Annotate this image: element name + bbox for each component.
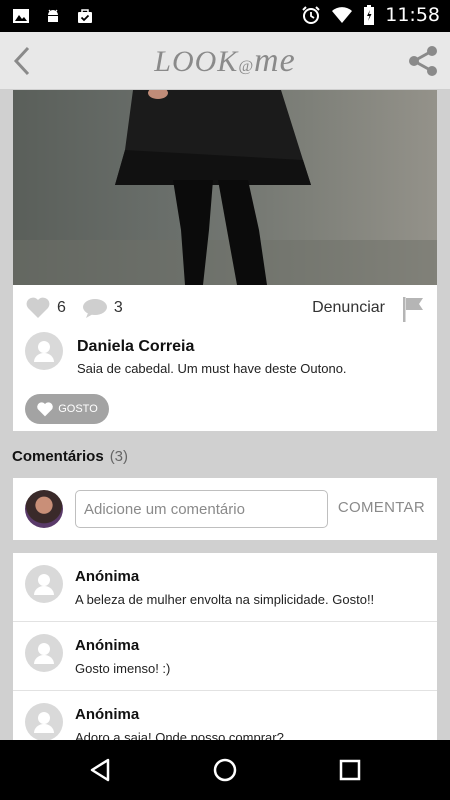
commenter-avatar[interactable] bbox=[25, 565, 63, 603]
outfit-photo[interactable] bbox=[13, 90, 437, 285]
comment-input[interactable] bbox=[75, 490, 328, 528]
submit-comment-button[interactable]: COMENTAR bbox=[338, 499, 425, 516]
comments-count: 3 bbox=[113, 299, 123, 316]
commenter-name: Anónima bbox=[75, 706, 140, 723]
like-button[interactable]: GOSTO bbox=[25, 394, 109, 424]
alarm-icon bbox=[302, 6, 320, 24]
clock-time: 11:58 bbox=[385, 4, 440, 26]
comment-item: Anónima Gosto imenso! :) bbox=[13, 622, 437, 691]
comment-item: Anónima Adoro a saia! Onde posso comprar… bbox=[13, 691, 437, 740]
share-button[interactable] bbox=[406, 44, 440, 78]
app-header: LOOK@me bbox=[0, 32, 450, 90]
comment-text: Adoro a saia! Onde posso comprar? bbox=[75, 730, 284, 740]
author-name[interactable]: Daniela Correia bbox=[77, 338, 194, 356]
commenter-name: Anónima bbox=[75, 637, 140, 654]
android-icon bbox=[48, 9, 58, 22]
comment-item: Anónima A beleza de mulher envolta na si… bbox=[13, 553, 437, 622]
person-icon bbox=[34, 341, 54, 362]
comment-list: Anónima A beleza de mulher envolta na si… bbox=[13, 553, 437, 740]
comment-bubble-icon[interactable] bbox=[82, 298, 108, 318]
wifi-icon bbox=[332, 7, 353, 23]
bag-check-icon bbox=[78, 9, 92, 23]
comments-total: (3) bbox=[109, 448, 129, 465]
person-icon bbox=[34, 712, 54, 733]
flag-icon[interactable] bbox=[401, 295, 425, 323]
image-icon bbox=[13, 9, 29, 23]
like-button-label: GOSTO bbox=[58, 403, 98, 415]
post-detail-scroll[interactable]: 6 3 Denunciar Daniela Correia Saia de ca… bbox=[0, 90, 450, 740]
post-description: Saia de cabedal. Um must have deste Outo… bbox=[77, 361, 347, 376]
post-stats: 6 3 bbox=[25, 297, 139, 319]
system-nav-bar bbox=[0, 740, 450, 800]
current-user-avatar bbox=[25, 490, 63, 528]
person-icon bbox=[34, 574, 54, 595]
nav-home-icon[interactable] bbox=[211, 756, 239, 784]
nav-recents-icon[interactable] bbox=[336, 756, 364, 784]
person-icon bbox=[34, 643, 54, 664]
report-link[interactable]: Denunciar bbox=[312, 299, 385, 317]
likes-count: 6 bbox=[57, 299, 66, 316]
heart-icon[interactable] bbox=[25, 297, 51, 319]
status-bar: 11:58 bbox=[0, 0, 450, 32]
comments-heading: Comentários (3) bbox=[12, 448, 128, 465]
author-avatar[interactable] bbox=[25, 332, 63, 370]
comment-text: A beleza de mulher envolta na simplicida… bbox=[75, 592, 375, 607]
comment-text: Gosto imenso! :) bbox=[75, 661, 171, 676]
nav-back-icon[interactable] bbox=[86, 756, 114, 784]
outfit-photo-image bbox=[13, 90, 437, 285]
heart-icon bbox=[37, 401, 54, 416]
comments-title: Comentários bbox=[12, 448, 104, 465]
battery-icon bbox=[364, 5, 375, 25]
app-logo: LOOK@me bbox=[154, 42, 296, 79]
comment-composer: COMENTAR bbox=[13, 478, 437, 540]
commenter-name: Anónima bbox=[75, 568, 140, 585]
post-card: 6 3 Denunciar Daniela Correia Saia de ca… bbox=[13, 285, 437, 431]
commenter-avatar[interactable] bbox=[25, 634, 63, 672]
commenter-avatar[interactable] bbox=[25, 703, 63, 740]
